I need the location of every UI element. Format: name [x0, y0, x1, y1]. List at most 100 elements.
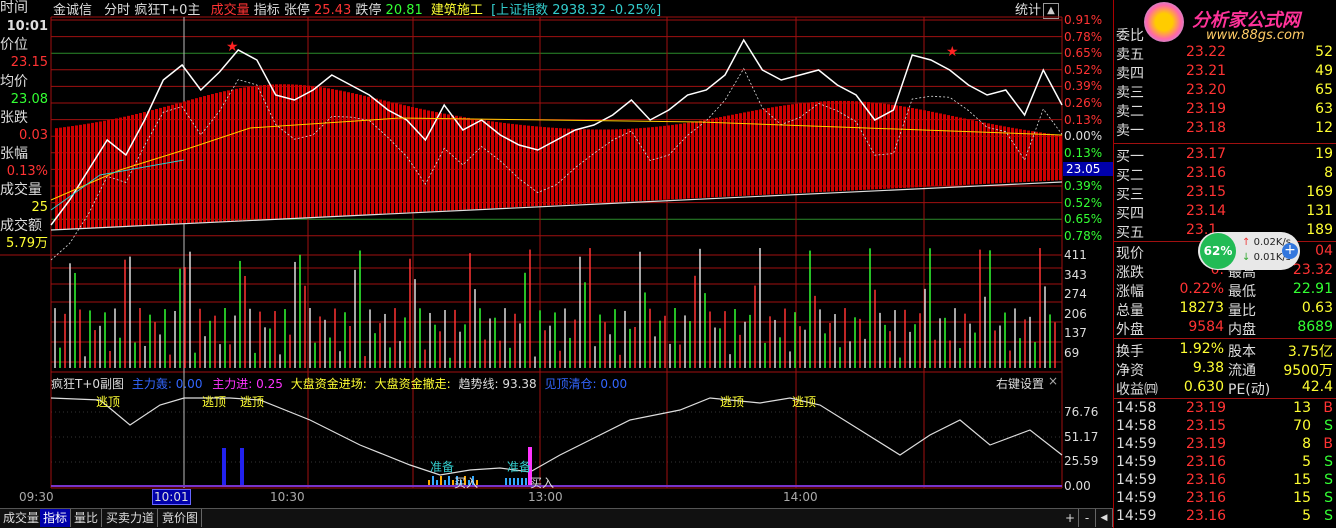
- tick-time: 14:59: [1116, 472, 1157, 488]
- fund-row[interactable]: 净资 9.38 流通 9500万: [1114, 360, 1336, 379]
- fund-row[interactable]: 换手 1.92% 股本 3.75亿: [1114, 341, 1336, 360]
- up-arrow-icon: ↑: [1242, 237, 1251, 248]
- price-axis-tick: 0.13%: [1064, 145, 1103, 160]
- quote-value: 9584: [1188, 319, 1224, 335]
- tab-auction[interactable]: 竟价图: [159, 509, 203, 527]
- fund-value: 9500万: [1283, 363, 1333, 379]
- tab-indicator[interactable]: 指标: [40, 509, 72, 527]
- quote-label: 内盘: [1228, 322, 1256, 338]
- subchart-axis-tick: 0.00: [1064, 478, 1091, 493]
- fund-label: 净资: [1116, 363, 1144, 379]
- svg-text:★: ★: [226, 39, 239, 55]
- sell-level-row[interactable]: 卖一 23.18 12: [1114, 120, 1336, 139]
- subchart-title[interactable]: 疯狂T+0副图: [51, 377, 124, 391]
- quote-value: 0.22%: [1179, 281, 1224, 297]
- zoom-in-button[interactable]: +: [1062, 509, 1079, 527]
- quote-row[interactable]: 总量 18273 量比 0.63: [1114, 300, 1336, 319]
- quote-label: 涨幅: [1116, 284, 1144, 300]
- volume-axis-tick: 69: [1064, 346, 1080, 360]
- tick-side: B: [1323, 436, 1333, 452]
- price-axis-tick: 0.13%: [1064, 112, 1103, 127]
- zl-value: 0.00: [175, 377, 203, 391]
- quote-row[interactable]: 涨幅 0.22% 最低 22.91: [1114, 281, 1336, 300]
- subchart-axis-tick: 25.59: [1064, 454, 1099, 468]
- buy-volume: 189: [1306, 222, 1333, 238]
- tick-side: S: [1324, 508, 1333, 524]
- sell-price: 23.20: [1186, 82, 1227, 98]
- tick-side: S: [1324, 490, 1333, 506]
- tick-row[interactable]: 14:58 23.19 13 B: [1114, 400, 1336, 418]
- tick-row[interactable]: 14:58 23.15 70 S: [1114, 418, 1336, 436]
- quote-label: 外盘: [1116, 322, 1144, 338]
- sell-level-label: 卖三: [1116, 85, 1144, 101]
- buy-level-row[interactable]: 买二 23.16 8: [1114, 165, 1336, 184]
- quote-value: 04: [1315, 243, 1333, 259]
- tab-buy-sell-force[interactable]: 买卖力道: [103, 509, 159, 527]
- plus-icon[interactable]: +: [1282, 243, 1298, 259]
- buy-level-label: 买二: [1116, 168, 1144, 184]
- price-axis-tick: 0.65%: [1064, 212, 1103, 227]
- weibi-label: 委比: [1116, 28, 1144, 44]
- fund-row[interactable]: 收益㈣ 0.630 PE(动) 42.4: [1114, 379, 1336, 398]
- tick-volume: 8: [1302, 436, 1311, 452]
- current-price-tag: 23.05: [1063, 162, 1114, 176]
- dpin-label: 大盘资金进场:: [290, 377, 367, 391]
- tick-row[interactable]: 14:59 23.16 15 S: [1114, 490, 1336, 508]
- buy-level-row[interactable]: 买一 23.17 19: [1114, 146, 1336, 165]
- tick-volume: 15: [1293, 472, 1311, 488]
- signal-ready-2: 准备: [507, 460, 532, 474]
- buy-volume: 131: [1306, 203, 1333, 219]
- tick-row[interactable]: 14:59 23.16 15 S: [1114, 472, 1336, 490]
- quote-label: 量比: [1228, 303, 1256, 319]
- top-label: 见顶清仓:: [544, 377, 597, 391]
- time-label-1300: 13:00: [528, 490, 563, 504]
- subchart-axis-tick: 76.76: [1064, 405, 1099, 419]
- sell-level-row[interactable]: 卖三 23.20 65: [1114, 82, 1336, 101]
- buy-price: 23.16: [1186, 165, 1227, 181]
- price-axis-tick: 0.39%: [1064, 79, 1103, 94]
- buy-level-row[interactable]: 买三 23.15 169: [1114, 184, 1336, 203]
- fund-value: 1.92%: [1179, 341, 1224, 357]
- volume-axis-tick: 411: [1064, 248, 1087, 262]
- subchart-close-icon[interactable]: ×: [1048, 374, 1058, 388]
- tick-row[interactable]: 14:59 23.16 5 S: [1114, 454, 1336, 472]
- tick-side: B: [1323, 400, 1333, 416]
- tick-time: 14:58: [1116, 400, 1157, 416]
- quote-value: 0.63: [1301, 300, 1333, 316]
- tab-volume[interactable]: 成交量: [0, 509, 44, 527]
- sell-price: 23.21: [1186, 63, 1227, 79]
- sell-volume: 52: [1315, 44, 1333, 60]
- buy-volume: 169: [1306, 184, 1333, 200]
- zoom-out-button[interactable]: -: [1079, 509, 1096, 527]
- fund-label: 股本: [1228, 344, 1256, 360]
- logo-url: www.88gs.com: [1206, 28, 1305, 43]
- network-speed-widget[interactable]: 62% ↑ 0.02K/s ↓ 0.01K/s +: [1198, 232, 1300, 270]
- price-axis-tick: 0.26%: [1064, 96, 1103, 110]
- tab-volume-ratio[interactable]: 量比: [71, 509, 103, 527]
- fund-value: 9.38: [1192, 360, 1224, 376]
- buy-level-row[interactable]: 买四 23.14 131: [1114, 203, 1336, 222]
- down-arrow-icon: ↓: [1242, 252, 1251, 263]
- sell-level-label: 卖一: [1116, 123, 1144, 139]
- price-axis-tick: 0.65%: [1064, 46, 1103, 61]
- tick-price: 23.19: [1186, 400, 1227, 416]
- sell-volume: 12: [1315, 120, 1333, 136]
- volume-axis-tick: 274: [1064, 287, 1087, 302]
- sell-level-row[interactable]: 卖二 23.19 63: [1114, 101, 1336, 120]
- tick-side: S: [1324, 418, 1333, 434]
- scroll-left-icon[interactable]: ◀: [1096, 509, 1113, 527]
- sell-level-row[interactable]: 卖五 23.22 52: [1114, 44, 1336, 63]
- quote-row[interactable]: 外盘 9584 内盘 8689: [1114, 319, 1336, 338]
- trend-value: 93.38: [502, 377, 537, 391]
- tick-row[interactable]: 14:59 23.19 8 B: [1114, 436, 1336, 454]
- memory-percent: 62%: [1200, 233, 1236, 269]
- tick-row[interactable]: 14:59 23.16 5 S: [1114, 508, 1336, 526]
- signal-ready-1: 准备: [430, 460, 455, 474]
- sell-level-row[interactable]: 卖四 23.21 49: [1114, 63, 1336, 82]
- tick-side: S: [1324, 454, 1333, 470]
- subchart-settings[interactable]: 右键设置: [996, 375, 1044, 392]
- fund-value: 42.4: [1301, 379, 1333, 395]
- time-label-1400: 14:00: [783, 490, 818, 504]
- buy-level-label: 买三: [1116, 187, 1144, 203]
- quote-label: 现价: [1116, 246, 1144, 262]
